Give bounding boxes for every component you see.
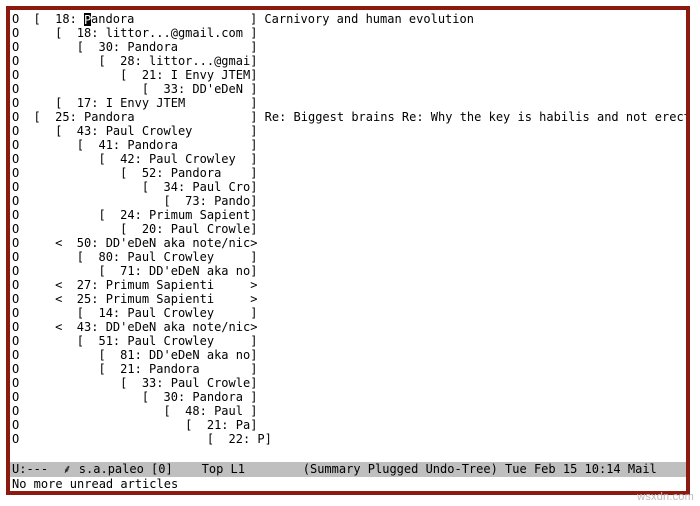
read-mark: O: [12, 82, 19, 96]
summary-line[interactable]: O [ 22: P]: [12, 432, 684, 446]
read-mark: O: [12, 306, 19, 320]
summary-line[interactable]: O [ 28: littor...@gmai]: [12, 54, 684, 68]
summary-line[interactable]: O [ 51: Paul Crowley ]: [12, 334, 684, 348]
summary-line[interactable]: O [ 42: Paul Crowley ]: [12, 152, 684, 166]
read-mark: O: [12, 68, 19, 82]
read-mark: O: [12, 40, 19, 54]
read-mark: O: [12, 26, 19, 40]
summary-line[interactable]: O [ 33: Paul Crowle]: [12, 376, 684, 390]
summary-line[interactable]: O [ 21: Pandora ]: [12, 362, 684, 376]
read-mark: O: [12, 264, 19, 278]
read-mark: O: [12, 348, 19, 362]
summary-line[interactable]: O [ 48: Paul ]: [12, 404, 684, 418]
summary-line[interactable]: O [ 25: Pandora ] Re: Biggest brains Re:…: [12, 110, 684, 124]
summary-line[interactable]: O < 43: DD'eDeN aka note/nic>: [12, 320, 684, 334]
read-mark: O: [12, 376, 19, 390]
summary-line[interactable]: O [ 73: Pando]: [12, 194, 684, 208]
read-mark: O: [12, 152, 19, 166]
read-mark: O: [12, 166, 19, 180]
summary-line[interactable]: O < 25: Primum Sapienti >: [12, 292, 684, 306]
read-mark: O: [12, 138, 19, 152]
summary-line[interactable]: O [ 81: DD'eDeN aka no]: [12, 348, 684, 362]
summary-line[interactable]: O [ 21: Pa]: [12, 418, 684, 432]
summary-line[interactable]: O [ 30: Pandora ]: [12, 40, 684, 54]
read-mark: O: [12, 250, 19, 264]
summary-line[interactable]: O [ 14: Paul Crowley ]: [12, 306, 684, 320]
read-mark: O: [12, 124, 19, 138]
read-mark: O: [12, 222, 19, 236]
mode-line: U:--- ⸙ s.a.paleo [0] Top L1 (Summary Pl…: [10, 462, 686, 477]
summary-line[interactable]: O [ 20: Paul Crowle]: [12, 222, 684, 236]
summary-line[interactable]: O [ 18: Pandora ] Carnivory and human ev…: [12, 12, 684, 26]
read-mark: O: [12, 278, 19, 292]
read-mark: O: [12, 54, 19, 68]
read-mark: O: [12, 110, 19, 124]
read-mark: O: [12, 180, 19, 194]
summary-line[interactable]: O [ 33: DD'eDeN ]: [12, 82, 684, 96]
read-mark: O: [12, 390, 19, 404]
summary-line[interactable]: O [ 24: Primum Sapient]: [12, 208, 684, 222]
read-mark: O: [12, 96, 19, 110]
read-mark: O: [12, 404, 19, 418]
summary-line[interactable]: O [ 34: Paul Cro]: [12, 180, 684, 194]
summary-line[interactable]: O < 50: DD'eDeN aka note/nic>: [12, 236, 684, 250]
summary-line[interactable]: O [ 71: DD'eDeN aka no]: [12, 264, 684, 278]
read-mark: O: [12, 334, 19, 348]
read-mark: O: [12, 320, 19, 334]
summary-buffer[interactable]: O [ 18: Pandora ] Carnivory and human ev…: [10, 10, 686, 446]
summary-line[interactable]: O [ 52: Pandora ]: [12, 166, 684, 180]
read-mark: O: [12, 292, 19, 306]
emacs-frame: O [ 18: Pandora ] Carnivory and human ev…: [6, 6, 690, 495]
summary-line[interactable]: O < 27: Primum Sapienti >: [12, 278, 684, 292]
summary-line[interactable]: O [ 30: Pandora ]: [12, 390, 684, 404]
summary-line[interactable]: O [ 21: I Envy JTEM]: [12, 68, 684, 82]
read-mark: O: [12, 418, 19, 432]
point-cursor: P: [84, 13, 91, 26]
summary-line[interactable]: O [ 43: Paul Crowley ]: [12, 124, 684, 138]
read-mark: O: [12, 208, 19, 222]
read-mark: O: [12, 432, 19, 446]
watermark: wsxdn.com: [637, 490, 694, 504]
summary-line[interactable]: O [ 18: littor...@gmail.com ]: [12, 26, 684, 40]
echo-area: No more unread articles: [10, 477, 686, 491]
read-mark: O: [12, 362, 19, 376]
summary-line[interactable]: O [ 41: Pandora ]: [12, 138, 684, 152]
summary-line[interactable]: O [ 80: Paul Crowley ]: [12, 250, 684, 264]
summary-line[interactable]: O [ 17: I Envy JTEM ]: [12, 96, 684, 110]
read-mark: O: [12, 12, 19, 26]
read-mark: O: [12, 236, 19, 250]
read-mark: O: [12, 194, 19, 208]
